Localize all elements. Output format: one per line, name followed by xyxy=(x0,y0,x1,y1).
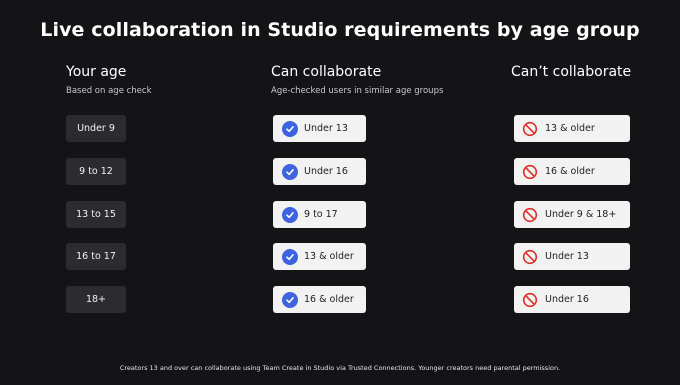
pill-label: Under 16 xyxy=(545,294,589,305)
check-circle-icon xyxy=(282,206,298,223)
check-circle-icon xyxy=(282,291,298,308)
column-subheading: Based on age check xyxy=(66,86,152,96)
column-heading: Can collaborate xyxy=(271,64,382,80)
column-heading: Your age xyxy=(66,64,127,80)
table-row: 16 to 17 13 & older Under 13 xyxy=(0,243,680,271)
footnote: Creators 13 and over can collaborate usi… xyxy=(119,364,561,372)
column-header-your-age: Your age Based on age check xyxy=(66,64,152,96)
table-row: Under 9 Under 13 13 & older xyxy=(0,115,680,143)
cant-collaborate-pill: Under 16 xyxy=(514,286,630,313)
table-row: 13 to 15 9 to 17 Under 9 & 18+ xyxy=(0,201,680,229)
age-group-pill: 13 to 15 xyxy=(66,201,126,228)
table-row: 18+ 16 & older Under 16 xyxy=(0,286,680,314)
pill-label: 16 & older xyxy=(304,294,354,305)
pill-label: 16 & older xyxy=(545,166,595,177)
pill-label: Under 16 xyxy=(304,166,348,177)
pill-label: Under 13 xyxy=(545,251,589,262)
prohibited-icon xyxy=(522,292,538,308)
age-group-pill: 9 to 12 xyxy=(66,158,126,185)
column-header-cant-collaborate: Can’t collaborate xyxy=(511,64,631,80)
prohibited-icon xyxy=(522,207,538,223)
can-collaborate-pill: Under 16 xyxy=(273,158,366,185)
prohibited-icon xyxy=(522,121,538,137)
age-group-pill: Under 9 xyxy=(66,115,126,142)
pill-label: 9 to 17 xyxy=(304,209,338,220)
pill-label: Under 13 xyxy=(304,123,348,134)
column-header-can-collaborate: Can collaborate Age-checked users in sim… xyxy=(271,64,443,96)
column-heading: Can’t collaborate xyxy=(511,64,632,80)
cant-collaborate-pill: Under 9 & 18+ xyxy=(514,201,630,228)
prohibited-icon xyxy=(522,164,538,180)
age-group-pill: 16 to 17 xyxy=(66,243,126,270)
cant-collaborate-pill: Under 13 xyxy=(514,243,630,270)
can-collaborate-pill: 9 to 17 xyxy=(273,201,366,228)
cant-collaborate-pill: 13 & older xyxy=(514,115,630,142)
can-collaborate-pill: 16 & older xyxy=(273,286,366,313)
table-row: 9 to 12 Under 16 16 & older xyxy=(0,158,680,186)
can-collaborate-pill: 13 & older xyxy=(273,243,366,270)
prohibited-icon xyxy=(522,249,538,265)
age-group-pill: 18+ xyxy=(66,286,126,313)
check-circle-icon xyxy=(282,163,298,180)
check-circle-icon xyxy=(282,120,298,137)
pill-label: Under 9 & 18+ xyxy=(545,209,617,220)
pill-label: 13 & older xyxy=(304,251,354,262)
can-collaborate-pill: Under 13 xyxy=(273,115,366,142)
page-title: Live collaboration in Studio requirement… xyxy=(40,19,640,41)
column-subheading: Age-checked users in similar age groups xyxy=(271,86,444,96)
pill-label: 13 & older xyxy=(545,123,595,134)
check-circle-icon xyxy=(282,248,298,265)
cant-collaborate-pill: 16 & older xyxy=(514,158,630,185)
